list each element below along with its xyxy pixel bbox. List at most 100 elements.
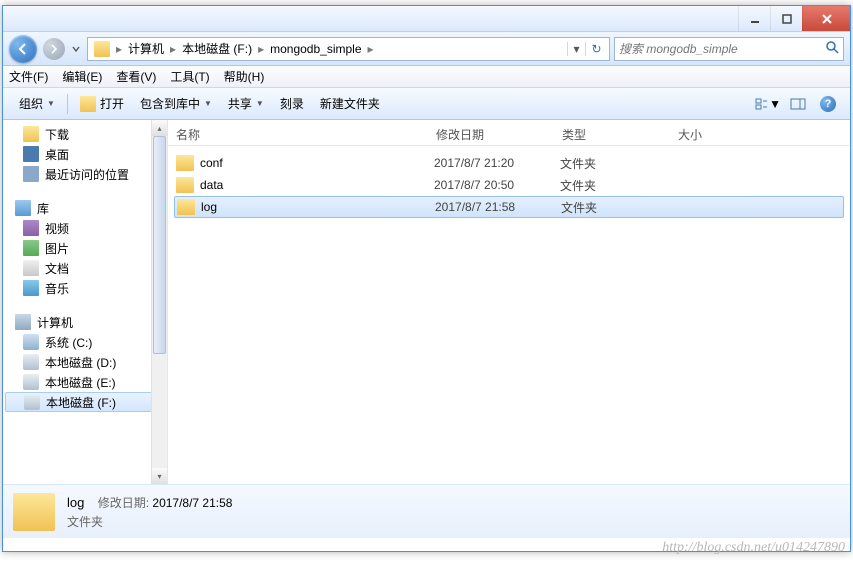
desktop-icon <box>23 146 39 162</box>
details-date: 2017/8/7 21:58 <box>152 496 232 510</box>
open-button[interactable]: 打开 <box>72 92 132 116</box>
help-icon: ? <box>820 96 836 112</box>
scroll-up-button[interactable]: ▴ <box>152 120 167 136</box>
close-button[interactable] <box>802 6 850 31</box>
breadcrumb-item[interactable]: 本地磁盘 (F:) <box>178 40 256 57</box>
video-icon <box>23 220 39 236</box>
document-icon <box>23 260 39 276</box>
open-label: 打开 <box>100 95 124 112</box>
help-button[interactable]: ? <box>814 92 842 116</box>
include-lib-button[interactable]: 包含到库中 ▼ <box>132 92 220 116</box>
sidebar-item-label: 系统 (C:) <box>45 334 92 351</box>
nav-history-dropdown[interactable] <box>69 38 83 60</box>
refresh-button[interactable]: ↻ <box>585 42 607 56</box>
computer-icon <box>15 314 31 330</box>
file-row[interactable]: log2017/8/7 21:58文件夹 <box>174 196 844 218</box>
sidebar-item-label: 库 <box>37 200 49 217</box>
sidebar-item-computer[interactable]: 计算机 <box>3 312 167 332</box>
chevron-right-icon[interactable]: ▸ <box>168 42 178 56</box>
chevron-right-icon[interactable]: ▸ <box>366 42 376 56</box>
sidebar-item-label: 视频 <box>45 220 69 237</box>
menu-view[interactable]: 查看(V) <box>116 68 156 85</box>
search-input[interactable] <box>614 37 844 61</box>
sidebar-item-videos[interactable]: 视频 <box>3 218 167 238</box>
maximize-button[interactable] <box>770 6 802 31</box>
sidebar-item-libraries[interactable]: 库 <box>3 198 167 218</box>
include-lib-label: 包含到库中 <box>140 95 200 112</box>
downloads-icon <box>23 126 39 142</box>
file-type: 文件夹 <box>561 199 677 216</box>
folder-icon <box>176 155 194 171</box>
sidebar-item-downloads[interactable]: 下载 <box>3 124 167 144</box>
breadcrumb-item[interactable]: 计算机 <box>124 40 168 57</box>
details-type: 文件夹 <box>67 513 232 530</box>
file-name: data <box>200 178 434 192</box>
folder-icon <box>94 41 110 57</box>
nav-back-button[interactable] <box>9 35 37 63</box>
sidebar-item-drive-e[interactable]: 本地磁盘 (E:) <box>3 372 167 392</box>
chevron-right-icon[interactable]: ▸ <box>114 42 124 56</box>
column-header-date[interactable]: 修改日期 <box>428 126 554 143</box>
path-dropdown[interactable]: ▾ <box>567 42 585 56</box>
sidebar-item-pictures[interactable]: 图片 <box>3 238 167 258</box>
scroll-down-button[interactable]: ▾ <box>152 468 167 484</box>
sidebar-item-label: 桌面 <box>45 146 69 163</box>
sidebar-item-label: 本地磁盘 (D:) <box>45 354 116 371</box>
column-headers: 名称 修改日期 类型 大小 <box>168 120 850 146</box>
titlebar <box>3 6 850 32</box>
share-button[interactable]: 共享▼ <box>220 92 272 116</box>
burn-label: 刻录 <box>280 95 304 112</box>
sidebar-item-label: 最近访问的位置 <box>45 166 129 183</box>
sidebar-item-desktop[interactable]: 桌面 <box>3 144 167 164</box>
sidebar-item-drive-d[interactable]: 本地磁盘 (D:) <box>3 352 167 372</box>
file-name: log <box>201 200 435 214</box>
minimize-button[interactable] <box>738 6 770 31</box>
chevron-down-icon: ▼ <box>47 99 55 108</box>
sidebar-item-label: 计算机 <box>37 314 73 331</box>
file-name: conf <box>200 156 434 170</box>
sidebar-item-documents[interactable]: 文档 <box>3 258 167 278</box>
recent-icon <box>23 166 39 182</box>
file-row[interactable]: data2017/8/7 20:50文件夹 <box>174 174 844 196</box>
search-field[interactable] <box>619 42 825 56</box>
sidebar-item-drive-c[interactable]: 系统 (C:) <box>3 332 167 352</box>
column-header-type[interactable]: 类型 <box>554 126 670 143</box>
details-date-label: 修改日期: <box>98 496 149 510</box>
scroll-thumb[interactable] <box>153 136 166 354</box>
sidebar-item-music[interactable]: 音乐 <box>3 278 167 298</box>
menu-file[interactable]: 文件(F) <box>9 68 48 85</box>
breadcrumb-item[interactable]: mongodb_simple <box>266 42 365 56</box>
sidebar-item-label: 音乐 <box>45 280 69 297</box>
file-row[interactable]: conf2017/8/7 21:20文件夹 <box>174 152 844 174</box>
menubar: 文件(F) 编辑(E) 查看(V) 工具(T) 帮助(H) <box>3 66 850 88</box>
preview-pane-button[interactable] <box>784 92 812 116</box>
share-label: 共享 <box>228 95 252 112</box>
details-name: log <box>67 495 84 510</box>
menu-tools[interactable]: 工具(T) <box>170 68 209 85</box>
organize-button[interactable]: 组织▼ <box>11 92 63 116</box>
address-bar: ▸ 计算机 ▸ 本地磁盘 (F:) ▸ mongodb_simple ▸ ▾ ↻ <box>3 32 850 66</box>
new-folder-label: 新建文件夹 <box>320 95 380 112</box>
menu-edit[interactable]: 编辑(E) <box>62 68 102 85</box>
new-folder-button[interactable]: 新建文件夹 <box>312 92 388 116</box>
view-mode-button[interactable]: ▼ <box>754 92 782 116</box>
burn-button[interactable]: 刻录 <box>272 92 312 116</box>
column-header-size[interactable]: 大小 <box>670 126 750 143</box>
file-list[interactable]: conf2017/8/7 21:20文件夹data2017/8/7 20:50文… <box>168 146 850 224</box>
music-icon <box>23 280 39 296</box>
sidebar-item-label: 本地磁盘 (E:) <box>45 374 116 391</box>
chevron-down-icon: ▼ <box>204 99 212 108</box>
sidebar-item-recent[interactable]: 最近访问的位置 <box>3 164 167 184</box>
menu-help[interactable]: 帮助(H) <box>224 68 265 85</box>
column-header-name[interactable]: 名称 <box>168 126 428 143</box>
nav-forward-button[interactable] <box>43 38 65 60</box>
file-date: 2017/8/7 20:50 <box>434 178 560 192</box>
sidebar-item-drive-f[interactable]: 本地磁盘 (F:) <box>5 392 165 412</box>
chevron-right-icon[interactable]: ▸ <box>256 42 266 56</box>
sidebar-item-label: 图片 <box>45 240 69 257</box>
breadcrumb[interactable]: ▸ 计算机 ▸ 本地磁盘 (F:) ▸ mongodb_simple ▸ ▾ ↻ <box>87 37 610 61</box>
search-icon[interactable] <box>825 40 839 57</box>
sidebar-scrollbar[interactable]: ▴ ▾ <box>151 120 167 484</box>
chevron-down-icon: ▼ <box>769 97 781 111</box>
file-type: 文件夹 <box>560 155 676 172</box>
